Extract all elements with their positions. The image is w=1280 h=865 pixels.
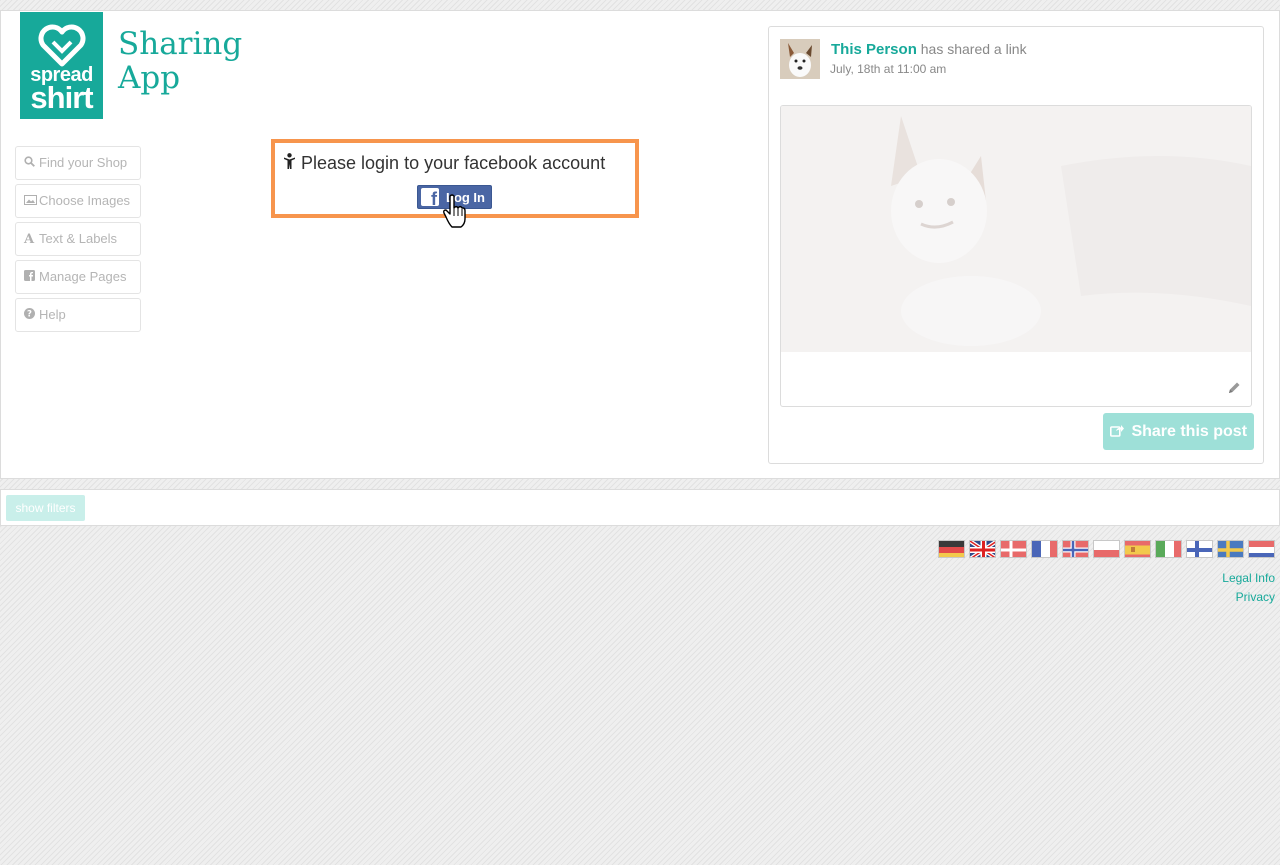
nav-item-label: Text & Labels bbox=[39, 231, 118, 246]
nav-item-label: Choose Images bbox=[39, 193, 131, 208]
flag-it-icon[interactable] bbox=[1155, 540, 1182, 558]
flag-pl-icon[interactable] bbox=[1093, 540, 1120, 558]
share-icon bbox=[1109, 423, 1131, 440]
app-title-line2: App bbox=[118, 60, 181, 96]
filters-bar: show filters bbox=[0, 489, 1280, 526]
edit-pencil-icon[interactable] bbox=[1227, 381, 1241, 398]
post-header: This Person has shared a link bbox=[831, 41, 1027, 58]
legal-info-link[interactable]: Legal Info bbox=[1222, 571, 1275, 585]
dog-photo-icon bbox=[781, 106, 1251, 352]
font-icon: A bbox=[24, 232, 35, 247]
heart-logo-icon bbox=[38, 24, 86, 67]
main-panel: spread shirt Sharing App Find your Shop … bbox=[0, 10, 1280, 479]
nav-item-help[interactable]: ? Help bbox=[15, 298, 141, 332]
hand-cursor-icon bbox=[442, 194, 468, 235]
flag-fr-icon[interactable] bbox=[1031, 540, 1058, 558]
app-title: Sharing App bbox=[118, 27, 242, 95]
sidebar-nav: Find your Shop Choose Images A Text & Lab… bbox=[15, 146, 141, 336]
post-photo bbox=[781, 106, 1251, 352]
image-icon bbox=[24, 185, 39, 217]
flag-es-icon[interactable] bbox=[1124, 540, 1151, 558]
nav-item-label: Help bbox=[39, 307, 66, 322]
flag-no-icon[interactable] bbox=[1062, 540, 1089, 558]
svg-text:?: ? bbox=[27, 310, 32, 319]
avatar bbox=[780, 39, 820, 79]
dog-avatar-icon bbox=[780, 39, 820, 79]
person-icon bbox=[283, 153, 301, 174]
nav-item-text-labels[interactable]: A Text & Labels bbox=[15, 222, 141, 256]
login-message-text: Please login to your facebook account bbox=[301, 153, 606, 173]
share-post-button[interactable]: Share this post bbox=[1103, 413, 1254, 450]
nav-item-label: Find your Shop bbox=[39, 155, 128, 170]
flag-da-icon[interactable] bbox=[1000, 540, 1027, 558]
post-image-preview bbox=[780, 105, 1252, 407]
flag-nl-icon[interactable] bbox=[1248, 540, 1275, 558]
flag-fi-icon[interactable] bbox=[1186, 540, 1213, 558]
nav-item-label: Manage Pages bbox=[39, 269, 127, 284]
share-post-label: Share this post bbox=[1131, 423, 1248, 440]
show-filters-button[interactable]: show filters bbox=[6, 495, 85, 521]
login-message: Please login to your facebook account bbox=[283, 153, 605, 174]
flag-de-icon[interactable] bbox=[938, 540, 965, 558]
language-flags bbox=[934, 540, 1275, 560]
facebook-square-icon bbox=[24, 261, 39, 293]
nav-item-find-shop[interactable]: Find your Shop bbox=[15, 146, 141, 180]
privacy-link[interactable]: Privacy bbox=[1236, 590, 1275, 604]
post-preview-card: This Person has shared a link July, 18th… bbox=[768, 26, 1264, 464]
search-icon bbox=[24, 147, 39, 179]
app-title-line1: Sharing bbox=[118, 26, 243, 62]
post-date: July, 18th at 11:00 am bbox=[830, 62, 947, 76]
flag-sv-icon[interactable] bbox=[1217, 540, 1244, 558]
logo-text-bottom: shirt bbox=[30, 80, 93, 115]
question-circle-icon: ? bbox=[24, 299, 39, 331]
nav-item-choose-images[interactable]: Choose Images bbox=[15, 184, 141, 218]
flag-en-icon[interactable] bbox=[969, 540, 996, 558]
facebook-icon: f bbox=[421, 188, 439, 206]
nav-item-manage-pages[interactable]: Manage Pages bbox=[15, 260, 141, 294]
spreadshirt-logo: spread shirt bbox=[20, 12, 103, 119]
post-author-name[interactable]: This Person bbox=[831, 41, 917, 58]
post-action-text: has shared a link bbox=[920, 41, 1027, 57]
